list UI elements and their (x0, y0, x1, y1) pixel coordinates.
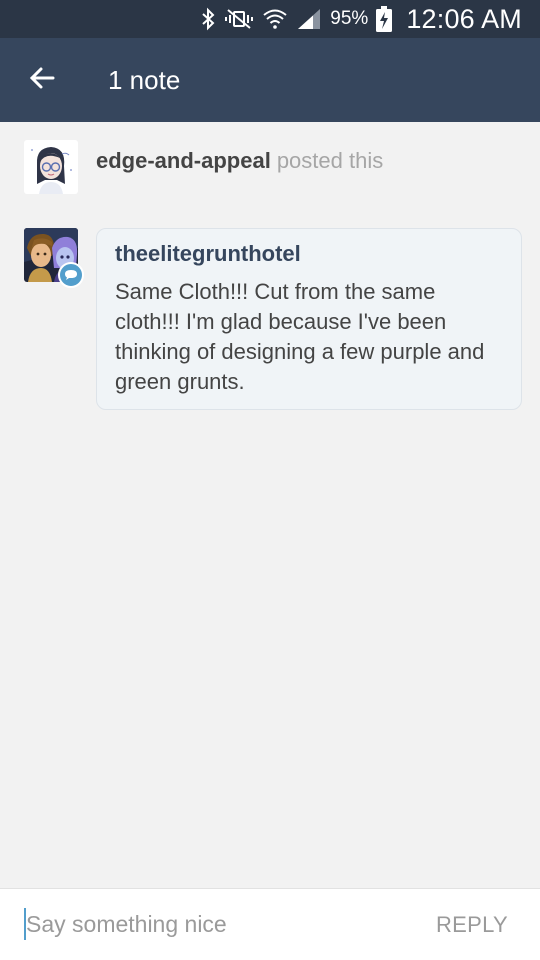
bluetooth-icon (200, 0, 216, 38)
post-username[interactable]: edge-and-appeal (96, 148, 271, 173)
notes-screen: 95% 12:06 AM 1 note edge-and-appeal post… (0, 0, 540, 960)
list-item: edge-and-appeal posted this (24, 140, 383, 194)
reply-username[interactable]: theelitegrunthotel (115, 241, 503, 267)
app-bar: 1 note (0, 38, 540, 122)
reply-bubble: theelitegrunthotel Same Cloth!!! Cut fro… (96, 228, 522, 410)
reply-button[interactable]: REPLY (404, 889, 540, 960)
notes-list: edge-and-appeal posted this theelitegrun… (0, 122, 540, 888)
reply-input[interactable] (0, 888, 404, 960)
reply-avatar-wrap (24, 228, 84, 288)
battery-percent: 95% (330, 8, 369, 29)
text-cursor (24, 908, 26, 940)
post-action: posted this (276, 148, 384, 173)
compose-bar: REPLY (0, 888, 540, 960)
arrow-left-icon (29, 66, 55, 95)
speech-bubble-icon (58, 262, 84, 288)
back-button[interactable] (0, 38, 84, 122)
post-attribution: edge-and-appeal posted this (96, 148, 383, 174)
battery-charging-icon (376, 0, 393, 38)
wifi-icon (262, 0, 288, 38)
page-title: 1 note (108, 64, 181, 95)
list-item: theelitegrunthotel Same Cloth!!! Cut fro… (24, 228, 522, 410)
vibrate-mute-icon (224, 0, 254, 38)
signal-icon (296, 0, 322, 38)
status-clock: 12:06 AM (406, 3, 522, 34)
reply-text: Same Cloth!!! Cut from the same cloth!!!… (115, 279, 485, 394)
avatar[interactable] (24, 140, 78, 194)
status-bar: 95% 12:06 AM (0, 0, 540, 38)
